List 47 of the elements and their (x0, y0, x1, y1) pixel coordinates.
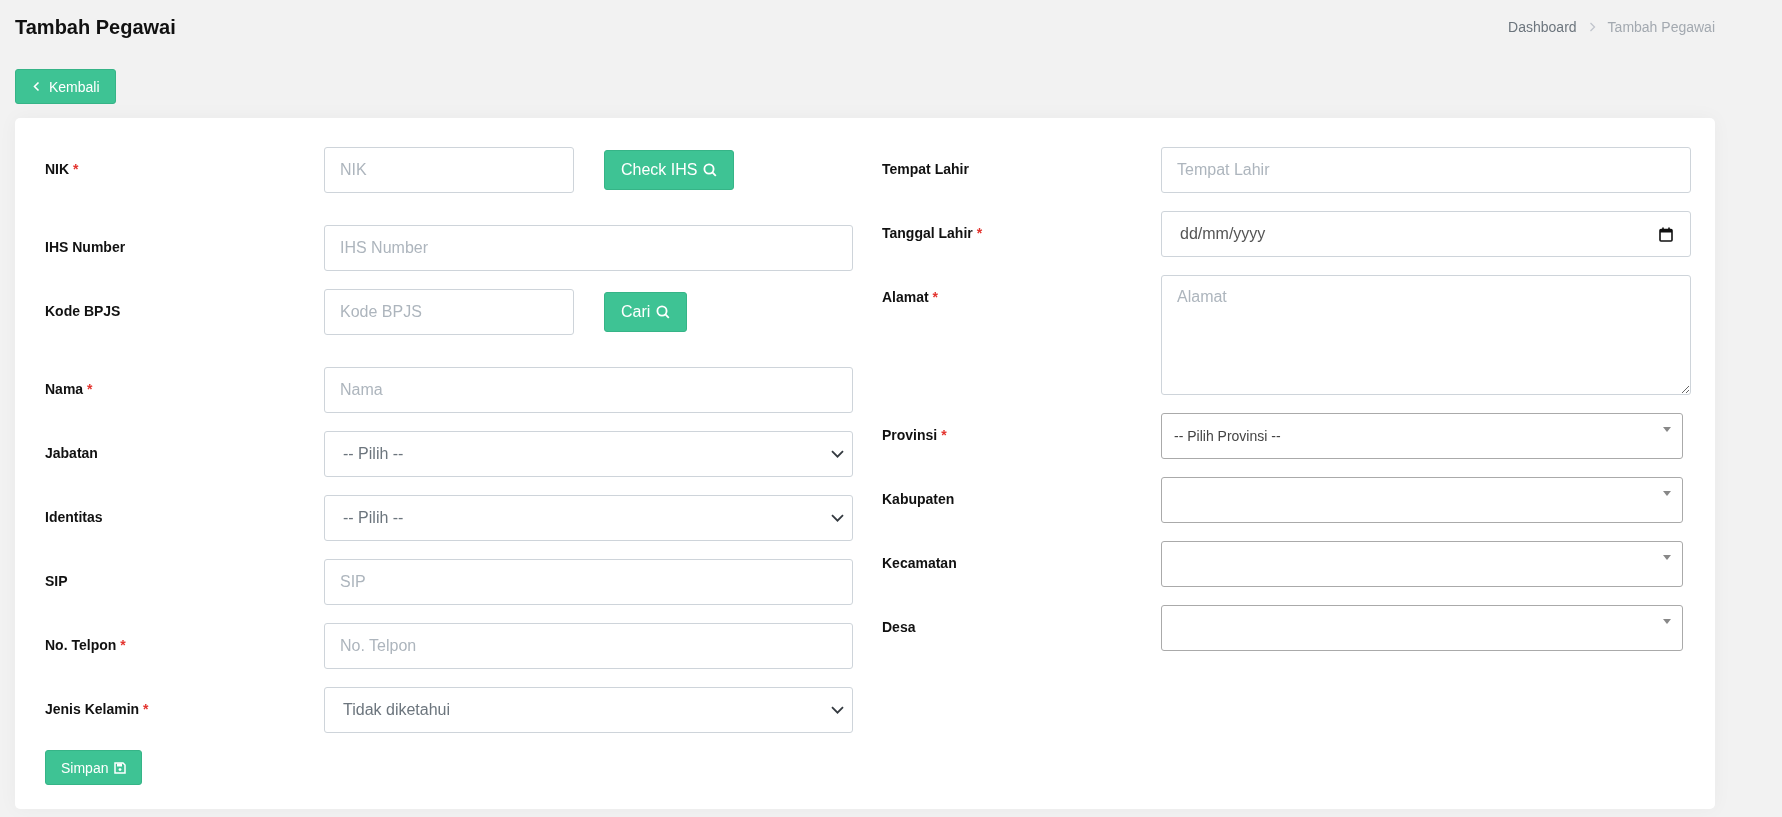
dropdown-field[interactable] (1161, 541, 1683, 587)
field-label: IHS Number (45, 238, 127, 257)
chevron-down-icon (831, 514, 844, 522)
field-label: Kecamatan (882, 554, 958, 573)
text-field[interactable]: No. Telpon (324, 623, 853, 669)
text-field[interactable]: Tempat Lahir (1161, 147, 1691, 193)
text-field[interactable]: IHS Number (324, 225, 853, 271)
triangle-down-icon (1663, 491, 1671, 496)
field-label: Kode BPJS (45, 302, 122, 321)
triangle-down-icon (1663, 619, 1671, 624)
dropdown-field[interactable]: Tidak diketahui (324, 687, 853, 733)
dropdown-field[interactable] (1161, 605, 1683, 651)
dropdown-field[interactable]: -- Pilih Provinsi -- (1161, 413, 1683, 459)
dropdown-field[interactable] (1161, 477, 1683, 523)
field-label: Identitas (45, 508, 104, 527)
address-textarea[interactable]: Alamat (1161, 275, 1691, 395)
search-icon (656, 305, 671, 319)
field-label: Provinsi * (882, 426, 948, 445)
page-title: Tambah Pegawai (15, 15, 176, 39)
text-field[interactable]: NIK (324, 147, 574, 193)
breadcrumb-current: Tambah Pegawai (1607, 19, 1715, 35)
chevron-down-icon (831, 450, 844, 458)
chevron-right-icon (1588, 22, 1596, 32)
triangle-down-icon (1663, 427, 1671, 432)
text-field[interactable]: Kode BPJS (324, 289, 574, 335)
field-label: Jenis Kelamin * (45, 700, 150, 719)
search-icon (703, 163, 718, 177)
breadcrumb-link[interactable]: Dashboard (1508, 19, 1577, 35)
field-label: Kabupaten (882, 490, 956, 509)
field-label: SIP (45, 572, 69, 591)
calendar-icon (1659, 226, 1673, 242)
field-label: Nama * (45, 380, 94, 399)
date-field[interactable]: dd/mm/yyyy (1161, 211, 1691, 257)
dropdown-field[interactable]: -- Pilih -- (324, 495, 853, 541)
field-label: NIK * (45, 160, 80, 179)
field-label: Desa (882, 618, 917, 637)
field-label: Jabatan (45, 444, 99, 463)
field-label: Tempat Lahir (882, 160, 970, 179)
field-label: Alamat * (882, 288, 940, 307)
chevron-down-icon (831, 706, 844, 714)
chevron-left-icon (33, 81, 40, 92)
triangle-down-icon (1663, 555, 1671, 560)
dropdown-field[interactable]: -- Pilih -- (324, 431, 853, 477)
text-field[interactable]: Nama (324, 367, 853, 413)
field-label: No. Telpon * (45, 636, 127, 655)
field-label: Tanggal Lahir * (882, 224, 984, 243)
text-field[interactable]: SIP (324, 559, 853, 605)
